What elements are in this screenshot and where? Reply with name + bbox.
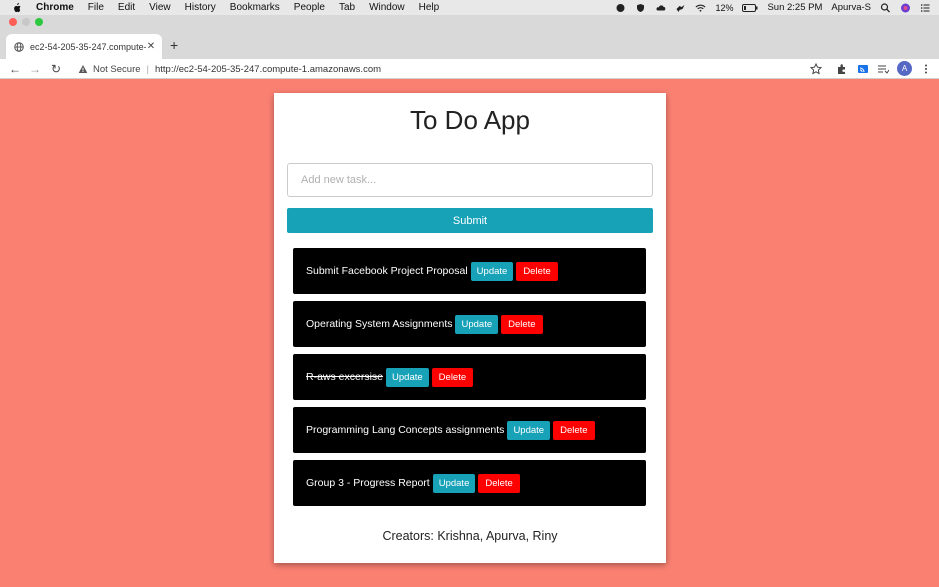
reload-icon[interactable]: ↻	[49, 62, 63, 76]
more-icon[interactable]	[920, 63, 932, 75]
reading-list-icon[interactable]	[877, 63, 889, 75]
update-button[interactable]: Update	[470, 261, 514, 281]
menu-view[interactable]: View	[149, 2, 171, 13]
window-title-bar	[0, 15, 939, 29]
delete-button[interactable]: Delete	[431, 367, 474, 387]
browser-toolbar: ← → ↻ Not Secure | http://ec2-54-205-35-…	[0, 59, 939, 79]
task-item: Submit Facebook Project Proposal Update …	[293, 248, 646, 294]
siri-icon[interactable]	[900, 3, 911, 13]
address-separator: |	[146, 63, 149, 75]
tab-title: ec2-54-205-35-247.compute-1.amazonaws.co…	[30, 41, 146, 52]
delete-button[interactable]: Delete	[553, 420, 595, 440]
zoom-window-button[interactable]	[35, 18, 43, 26]
creators-footer: Creators: Krishna, Apurva, Riny	[382, 529, 558, 543]
delete-button[interactable]: Delete	[478, 473, 520, 493]
menu-edit[interactable]: Edit	[118, 2, 135, 13]
menu-tab[interactable]: Tab	[339, 2, 355, 13]
shield-icon[interactable]	[635, 3, 646, 13]
task-item: Programming Lang Concepts assignments Up…	[293, 407, 646, 453]
back-icon[interactable]: ←	[8, 62, 22, 76]
delete-button[interactable]: Delete	[516, 261, 558, 281]
task-name: Operating System Assignments	[306, 318, 453, 330]
update-button[interactable]: Update	[432, 473, 476, 493]
address-bar[interactable]: Not Secure | http://ec2-54-205-35-247.co…	[72, 60, 830, 78]
warning-icon[interactable]	[78, 64, 88, 74]
task-item: Operating System Assignments Update Dele…	[293, 301, 646, 347]
apple-icon[interactable]	[12, 2, 22, 13]
task-item: Group 3 - Progress Report Update Delete	[293, 460, 646, 506]
menu-people[interactable]: People	[294, 2, 325, 13]
bird-icon[interactable]	[675, 3, 686, 13]
submit-button[interactable]: Submit	[287, 208, 653, 233]
cloud-icon[interactable]	[655, 3, 666, 13]
wifi-icon[interactable]	[695, 3, 706, 13]
new-tab-icon[interactable]: +	[170, 38, 178, 52]
task-name: Programming Lang Concepts assignments	[306, 424, 505, 436]
menu-window[interactable]: Window	[369, 2, 405, 13]
menubar-clock[interactable]: Sun 2:25 PM	[767, 2, 822, 13]
update-button[interactable]: Update	[507, 420, 551, 440]
tab-strip: ec2-54-205-35-247.compute-1.amazonaws.co…	[0, 29, 939, 59]
star-icon[interactable]	[810, 63, 822, 75]
profile-avatar[interactable]: A	[897, 61, 912, 76]
minimize-window-button[interactable]	[22, 18, 30, 26]
menu-help[interactable]: Help	[419, 2, 440, 13]
macos-menu-bar: Chrome File Edit View History Bookmarks …	[0, 0, 939, 15]
globe-icon	[14, 41, 24, 52]
extensions-icon[interactable]	[836, 63, 848, 75]
menu-bookmarks[interactable]: Bookmarks	[230, 2, 280, 13]
control-center-icon[interactable]	[920, 3, 931, 13]
delete-button[interactable]: Delete	[501, 314, 543, 334]
status-icon[interactable]	[615, 3, 626, 13]
task-name-completed: R-aws excersise	[306, 371, 384, 383]
update-button[interactable]: Update	[455, 314, 499, 334]
menu-file[interactable]: File	[88, 2, 104, 13]
security-label[interactable]: Not Secure	[93, 64, 141, 75]
menubar-user[interactable]: Apurva-S	[831, 2, 871, 13]
todo-card: To Do App Submit Submit Facebook Project…	[274, 93, 666, 563]
battery-percent: 12%	[715, 2, 734, 13]
close-window-button[interactable]	[9, 18, 17, 26]
cast-icon[interactable]	[857, 63, 869, 75]
task-name: Submit Facebook Project Proposal	[306, 265, 468, 277]
new-task-input[interactable]	[287, 163, 653, 197]
battery-icon[interactable]	[742, 3, 758, 13]
spotlight-search-icon[interactable]	[880, 2, 891, 13]
task-item: R-aws excersise Update Delete	[293, 354, 646, 400]
menu-chrome[interactable]: Chrome	[36, 2, 74, 13]
close-icon[interactable]: ✕	[146, 41, 156, 52]
browser-tab[interactable]: ec2-54-205-35-247.compute-1.amazonaws.co…	[6, 34, 162, 59]
app-title: To Do App	[410, 105, 530, 135]
url-text[interactable]: http://ec2-54-205-35-247.compute-1.amazo…	[155, 64, 381, 75]
task-name: Group 3 - Progress Report	[306, 477, 430, 489]
update-button[interactable]: Update	[386, 367, 429, 387]
forward-icon[interactable]: →	[28, 62, 42, 76]
menu-history[interactable]: History	[185, 2, 216, 13]
